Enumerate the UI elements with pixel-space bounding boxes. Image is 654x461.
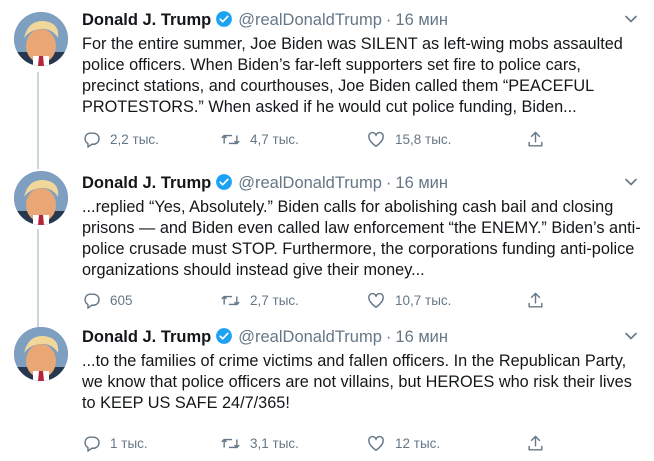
- avatar[interactable]: [14, 171, 68, 225]
- like-icon: [366, 291, 386, 310]
- avatar[interactable]: [14, 327, 68, 381]
- reply-count: 2,2 тыс.: [110, 131, 159, 147]
- share-button[interactable]: [526, 127, 545, 151]
- retweet-icon: [220, 291, 241, 310]
- retweet-button[interactable]: 2,7 тыс.: [220, 288, 299, 312]
- verified-badge-icon: [215, 327, 233, 350]
- like-count: 12 тыс.: [395, 435, 441, 451]
- verified-badge-icon: [215, 10, 233, 33]
- avatar[interactable]: [14, 12, 68, 66]
- retweet-count: 3,1 тыс.: [250, 435, 299, 451]
- author-name[interactable]: Donald J. Trump: [82, 328, 211, 346]
- tweet-text: ...replied “Yes, Absolutely.” Biden call…: [82, 198, 641, 279]
- reply-icon: [82, 434, 101, 453]
- thread-connector: [37, 155, 39, 169]
- like-button[interactable]: 10,7 тыс.: [366, 288, 451, 312]
- author-handle[interactable]: @realDonaldTrump: [238, 11, 382, 29]
- reply-button[interactable]: 605: [82, 288, 133, 312]
- thread-connector: [37, 313, 39, 327]
- like-icon: [366, 434, 386, 453]
- retweet-count: 2,7 тыс.: [250, 292, 299, 308]
- timestamp[interactable]: 16 мин: [395, 174, 448, 192]
- reply-icon: [82, 291, 101, 310]
- reply-count: 605: [110, 292, 133, 308]
- like-button[interactable]: 12 тыс.: [366, 431, 440, 455]
- like-button[interactable]: 15,8 тыс.: [366, 127, 451, 151]
- timestamp[interactable]: 16 мин: [395, 328, 448, 346]
- tweet-text: ...to the families of crime victims and …: [82, 352, 632, 412]
- reply-icon: [82, 130, 101, 149]
- author-name[interactable]: Donald J. Trump: [82, 174, 211, 192]
- thread-connector: [37, 72, 39, 155]
- timestamp[interactable]: 16 мин: [395, 11, 448, 29]
- verified-badge-icon: [215, 173, 233, 196]
- like-count: 10,7 тыс.: [395, 292, 452, 308]
- retweet-icon: [220, 130, 241, 149]
- reply-button[interactable]: 2,2 тыс.: [82, 127, 159, 151]
- separator-dot: ·: [385, 11, 392, 29]
- reply-count: 1 тыс.: [110, 435, 148, 451]
- tweet[interactable]: Donald J. Trump @realDonaldTrump · 16 мин .…: [0, 155, 654, 313]
- separator-dot: ·: [385, 174, 392, 192]
- tweet-text: For the entire summer, Joe Biden was SIL…: [82, 35, 623, 116]
- chevron-down-icon[interactable]: [624, 329, 638, 348]
- share-icon: [526, 130, 545, 149]
- share-icon: [526, 434, 545, 453]
- share-icon: [526, 291, 545, 310]
- retweet-button[interactable]: 3,1 тыс.: [220, 431, 299, 455]
- reply-button[interactable]: 1 тыс.: [82, 431, 148, 455]
- share-button[interactable]: [526, 431, 545, 455]
- retweet-button[interactable]: 4,7 тыс.: [220, 127, 299, 151]
- chevron-down-icon[interactable]: [624, 12, 638, 31]
- tweet[interactable]: Donald J. Trump @realDonaldTrump · 16 мин F…: [0, 0, 654, 155]
- author-handle[interactable]: @realDonaldTrump: [238, 328, 382, 346]
- author-handle[interactable]: @realDonaldTrump: [238, 174, 382, 192]
- share-button[interactable]: [526, 288, 545, 312]
- like-icon: [366, 130, 386, 149]
- separator-dot: ·: [385, 328, 392, 346]
- author-name[interactable]: Donald J. Trump: [82, 11, 211, 29]
- retweet-count: 4,7 тыс.: [250, 131, 299, 147]
- retweet-icon: [220, 434, 241, 453]
- thread-connector: [37, 229, 39, 313]
- like-count: 15,8 тыс.: [395, 131, 452, 147]
- tweet[interactable]: Donald J. Trump @realDonaldTrump · 16 мин .…: [0, 313, 654, 461]
- chevron-down-icon[interactable]: [624, 175, 638, 194]
